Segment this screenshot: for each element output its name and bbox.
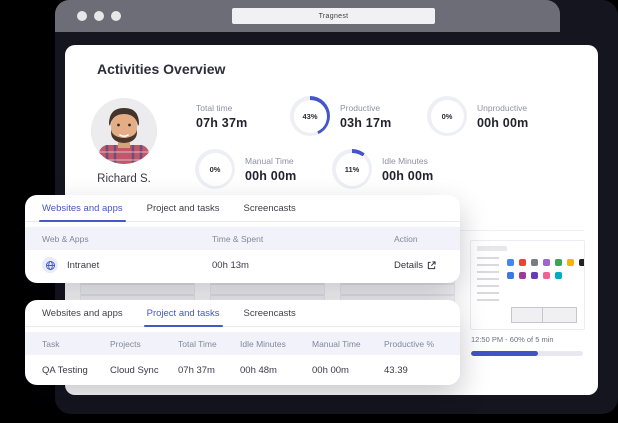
stat-productive: 43% Productive 03h 17m bbox=[290, 96, 391, 136]
tab-websites-and-apps[interactable]: Websites and apps bbox=[39, 203, 126, 222]
tab-screencasts[interactable]: Screencasts bbox=[244, 203, 296, 221]
avatar bbox=[91, 98, 157, 164]
window-controls bbox=[77, 11, 121, 21]
idle-minutes-donut-chart: 11% bbox=[332, 149, 372, 189]
screencast-progress-bar bbox=[471, 351, 583, 356]
globe-icon bbox=[42, 257, 58, 273]
address-bar[interactable]: Tragnest bbox=[232, 8, 435, 24]
stat-label: Manual Time bbox=[245, 155, 294, 166]
table-row[interactable]: QA Testing Cloud Sync 07h 37m 00h 48m 00… bbox=[25, 355, 460, 385]
table-header: Web & Apps Time & Spent Action bbox=[25, 227, 460, 250]
column-time-spent: Time & Spent bbox=[212, 233, 264, 244]
screencast-thumbnail[interactable] bbox=[470, 240, 585, 330]
details-label: Details bbox=[394, 259, 424, 271]
stat-manual-time: 0% Manual Time 00h 00m bbox=[195, 149, 296, 189]
window-control-dot[interactable] bbox=[111, 11, 121, 21]
column-total-time: Total Time bbox=[178, 338, 217, 349]
table-row[interactable]: Intranet 00h 13m Details bbox=[25, 250, 460, 280]
screencast-progress-fill bbox=[471, 351, 539, 356]
user-profile: Richard S. bbox=[73, 98, 175, 185]
thumbnail-app-icons bbox=[507, 259, 514, 266]
column-action: Action bbox=[394, 233, 418, 244]
donut-percent: 11% bbox=[344, 164, 360, 174]
external-link-icon bbox=[427, 260, 436, 269]
unproductive-donut-chart: 0% bbox=[427, 96, 467, 136]
stat-value: 07h 37m bbox=[196, 116, 248, 130]
website-name: Intranet bbox=[67, 259, 100, 271]
stat-total-time: Total time 07h 37m bbox=[196, 103, 247, 130]
manual-time-value: 00h 00m bbox=[312, 364, 349, 376]
column-productive-percent: Productive % bbox=[384, 338, 435, 349]
project-name: Cloud Sync bbox=[110, 364, 159, 376]
stat-value: 00h 00m bbox=[477, 115, 529, 130]
stat-value: 00h 00m bbox=[382, 168, 434, 183]
column-manual-time: Manual Time bbox=[312, 338, 361, 349]
stat-value: 00h 00m bbox=[245, 168, 297, 183]
window-control-dot[interactable] bbox=[94, 11, 104, 21]
donut-percent: 0% bbox=[441, 111, 453, 121]
column-task: Task bbox=[42, 338, 60, 349]
column-idle-minutes: Idle Minutes bbox=[240, 338, 286, 349]
thumbnail-sidebar bbox=[477, 257, 499, 303]
tab-screencasts[interactable]: Screencasts bbox=[244, 308, 296, 326]
manual-time-donut-chart: 0% bbox=[195, 149, 235, 189]
details-link[interactable]: Details bbox=[394, 260, 460, 271]
tab-project-and-tasks[interactable]: Project and tasks bbox=[143, 308, 223, 327]
tab-bar: Websites and apps Project and tasks Scre… bbox=[25, 195, 460, 222]
stat-label: Total time bbox=[196, 103, 233, 113]
stat-label: Unproductive bbox=[477, 102, 528, 113]
donut-percent: 43% bbox=[302, 111, 318, 121]
thumbnail-taskbar bbox=[511, 307, 577, 323]
websites-and-apps-card: Websites and apps Project and tasks Scre… bbox=[25, 195, 460, 283]
browser-title-bar: Tragnest bbox=[55, 0, 560, 32]
window-control-dot[interactable] bbox=[77, 11, 87, 21]
idle-minutes-value: 00h 48m bbox=[240, 364, 277, 376]
stat-value: 03h 17m bbox=[340, 115, 392, 130]
screencast-caption: 12:50 PM - 60% of 5 min bbox=[471, 335, 554, 344]
stat-idle-minutes: 11% Idle Minutes 00h 00m bbox=[332, 149, 433, 189]
user-name: Richard S. bbox=[97, 173, 151, 185]
productive-percent-value: 43.39 bbox=[384, 364, 408, 376]
tab-project-and-tasks[interactable]: Project and tasks bbox=[147, 203, 220, 221]
column-web-apps: Web & Apps bbox=[42, 233, 89, 244]
total-time-value: 07h 37m bbox=[178, 364, 215, 376]
productive-donut-chart: 43% bbox=[290, 96, 330, 136]
column-projects: Projects bbox=[110, 338, 141, 349]
stat-label: Idle Minutes bbox=[382, 155, 428, 166]
stat-label: Productive bbox=[340, 102, 381, 113]
task-name: QA Testing bbox=[42, 364, 88, 376]
tab-websites-and-apps[interactable]: Websites and apps bbox=[42, 308, 123, 326]
thumbnail-window-bar bbox=[477, 246, 507, 251]
tab-bar: Websites and apps Project and tasks Scre… bbox=[25, 300, 460, 327]
table-header: Task Projects Total Time Idle Minutes Ma… bbox=[25, 332, 460, 355]
time-spent-value: 00h 13m bbox=[212, 259, 249, 271]
stat-unproductive: 0% Unproductive 00h 00m bbox=[427, 96, 528, 136]
avatar-illustration bbox=[91, 98, 157, 164]
project-and-tasks-card: Websites and apps Project and tasks Scre… bbox=[25, 300, 460, 385]
donut-percent: 0% bbox=[209, 164, 221, 174]
page-title: Activities Overview bbox=[97, 61, 226, 77]
